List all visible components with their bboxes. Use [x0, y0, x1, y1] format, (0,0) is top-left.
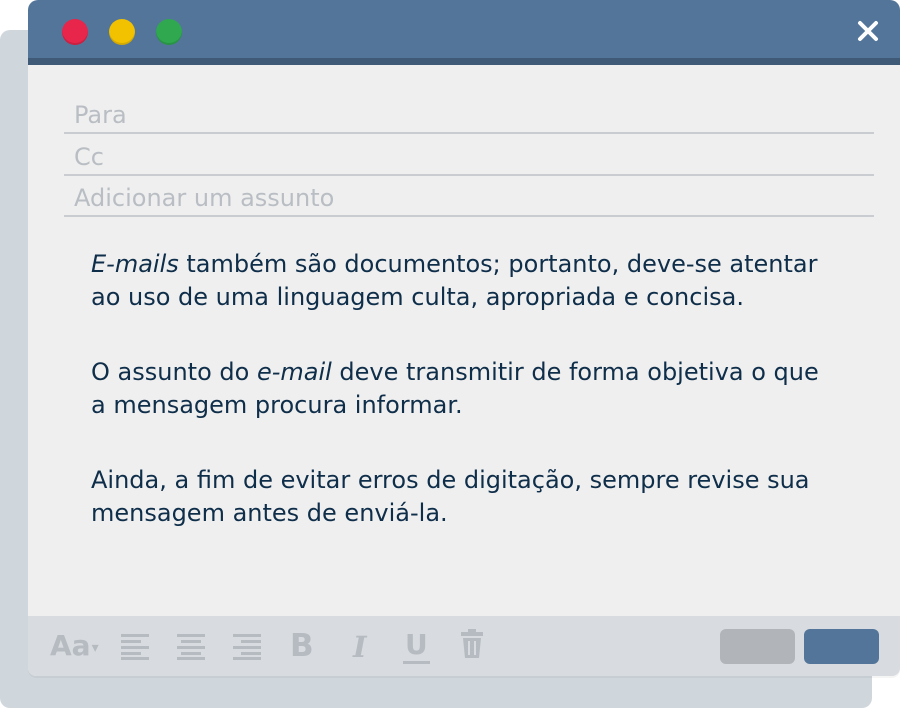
secondary-action-button[interactable]: [720, 629, 795, 664]
maximize-dot-green[interactable]: [156, 19, 182, 45]
chevron-down-icon: ▾: [91, 640, 99, 656]
font-size-label: Aa: [50, 629, 91, 662]
bold-button[interactable]: B: [290, 628, 314, 664]
send-button[interactable]: [804, 629, 879, 664]
formatting-toolbar: Aa▾ B I U: [28, 616, 900, 676]
to-input[interactable]: [74, 100, 864, 130]
font-size-button[interactable]: Aa▾: [50, 629, 99, 662]
trash-icon[interactable]: [461, 629, 483, 663]
cc-field: [64, 136, 874, 176]
close-icon[interactable]: [856, 19, 880, 43]
underline-button[interactable]: U: [403, 628, 430, 664]
align-center-icon[interactable]: [177, 632, 207, 664]
subject-input[interactable]: [74, 183, 864, 213]
close-dot-red[interactable]: [62, 19, 88, 45]
minimize-dot-yellow[interactable]: [109, 19, 135, 45]
email-compose-window: E-mails também são documentos; portanto,…: [28, 0, 900, 676]
message-body[interactable]: E-mails também são documentos; portanto,…: [91, 248, 831, 572]
to-field: [64, 94, 874, 134]
message-paragraph-2: O assunto do e-mail deve transmitir de f…: [91, 356, 831, 422]
emphasis-emails: E-mails: [91, 250, 179, 278]
paragraph-2-start: O assunto do: [91, 358, 257, 386]
titlebar: [28, 0, 900, 65]
cc-input[interactable]: [74, 142, 864, 172]
paragraph-1-text: também são documentos; portanto, deve-se…: [91, 250, 818, 311]
align-right-icon[interactable]: [233, 632, 263, 664]
emphasis-email: e-mail: [256, 358, 332, 386]
message-paragraph-1: E-mails também são documentos; portanto,…: [91, 248, 831, 314]
subject-field: [64, 177, 874, 217]
italic-button[interactable]: I: [353, 630, 367, 664]
underline-label: U: [403, 628, 430, 664]
align-left-icon[interactable]: [121, 632, 151, 664]
message-paragraph-3: Ainda, a fim de evitar erros de digitaçã…: [91, 466, 810, 527]
